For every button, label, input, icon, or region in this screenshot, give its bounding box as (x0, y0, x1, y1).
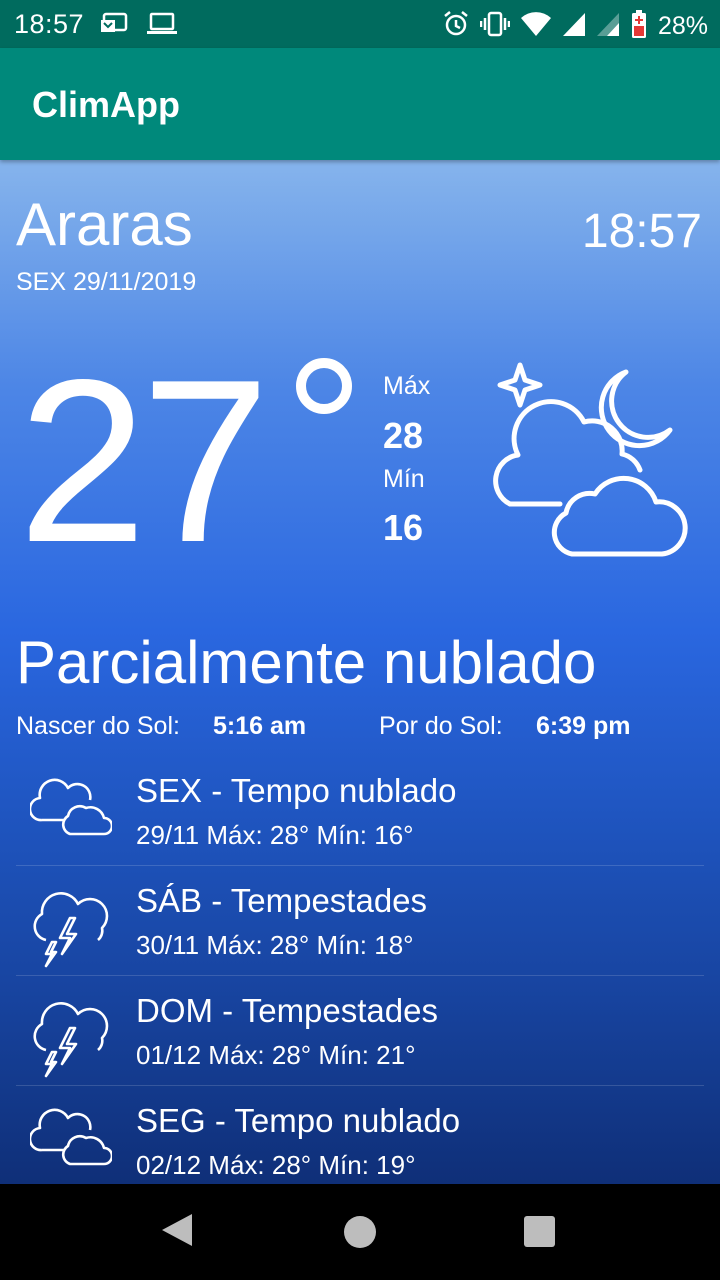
forecast-title: SEX - Tempo nublado (136, 772, 457, 809)
forecast-list[interactable]: SEX - Tempo nublado 29/11 Máx: 28° Mín: … (16, 756, 704, 1184)
forecast-detail: 02/12 Máx: 28° Mín: 19° (136, 1150, 416, 1180)
min-label: Mín (383, 465, 425, 493)
forecast-title: SEG - Tempo nublado (136, 1102, 461, 1139)
weather-content[interactable]: Araras 18:57 SEX 29/11/2019 27 Máx 28 Mí… (0, 160, 720, 1184)
forecast-item[interactable]: SEX - Tempo nublado 29/11 Máx: 28° Mín: … (16, 756, 704, 866)
current-temperature: 27 (18, 332, 270, 591)
max-label: Máx (383, 372, 431, 400)
degree-symbol (296, 358, 352, 414)
forecast-title: DOM - Tempestades (136, 992, 438, 1029)
sunrise-label: Nascer do Sol: (16, 712, 180, 740)
max-value: 28 (383, 415, 424, 456)
home-icon[interactable] (344, 1216, 376, 1248)
app-title: ClimApp (32, 84, 180, 125)
city-name: Araras (16, 191, 193, 258)
signal-icon (562, 11, 586, 42)
forecast-item[interactable]: SÁB - Tempestades 30/11 Máx: 28° Mín: 18… (16, 866, 704, 976)
laptop-icon (146, 12, 178, 41)
forecast-item[interactable]: SEG - Tempo nublado 02/12 Máx: 28° Mín: … (16, 1086, 704, 1184)
wifi-icon (520, 11, 552, 42)
current-time: 18:57 (581, 205, 702, 258)
recent-apps-icon[interactable] (524, 1216, 555, 1247)
thunderstorm-icon (33, 1002, 109, 1078)
partly-cloudy-night-icon (493, 362, 688, 557)
status-bar: 18:57 28% (0, 0, 720, 48)
forecast-detail: 01/12 Máx: 28° Mín: 21° (136, 1040, 416, 1070)
notification-card-icon (100, 12, 130, 41)
status-right-icons: 28% (442, 9, 708, 44)
battery-percent: 28% (657, 12, 708, 40)
status-time: 18:57 (14, 9, 85, 39)
min-value: 16 (383, 507, 424, 548)
status-left-icons (100, 12, 178, 41)
signal-weak-icon (596, 11, 620, 42)
thunderstorm-icon (33, 892, 109, 968)
forecast-detail: 30/11 Máx: 28° Mín: 18° (136, 930, 414, 960)
alarm-icon (442, 10, 470, 43)
sunrise-value: 5:16 am (213, 712, 307, 740)
sunset-value: 6:39 pm (536, 712, 631, 740)
app-bar: ClimApp (0, 48, 720, 160)
condition-text: Parcialmente nublado (16, 629, 597, 696)
sunset-label: Por do Sol: (379, 712, 503, 740)
forecast-title: SÁB - Tempestades (136, 882, 428, 919)
navigation-bar (0, 1184, 720, 1280)
forecast-detail: 29/11 Máx: 28° Mín: 16° (136, 820, 414, 850)
cloudy-icon (30, 778, 112, 836)
back-icon[interactable] (160, 1212, 194, 1253)
cloudy-icon (30, 1108, 112, 1166)
vibrate-icon (479, 10, 511, 43)
current-date: SEX 29/11/2019 (16, 268, 197, 296)
forecast-item[interactable]: DOM - Tempestades 01/12 Máx: 28° Mín: 21… (16, 976, 704, 1086)
battery-icon (630, 9, 648, 44)
